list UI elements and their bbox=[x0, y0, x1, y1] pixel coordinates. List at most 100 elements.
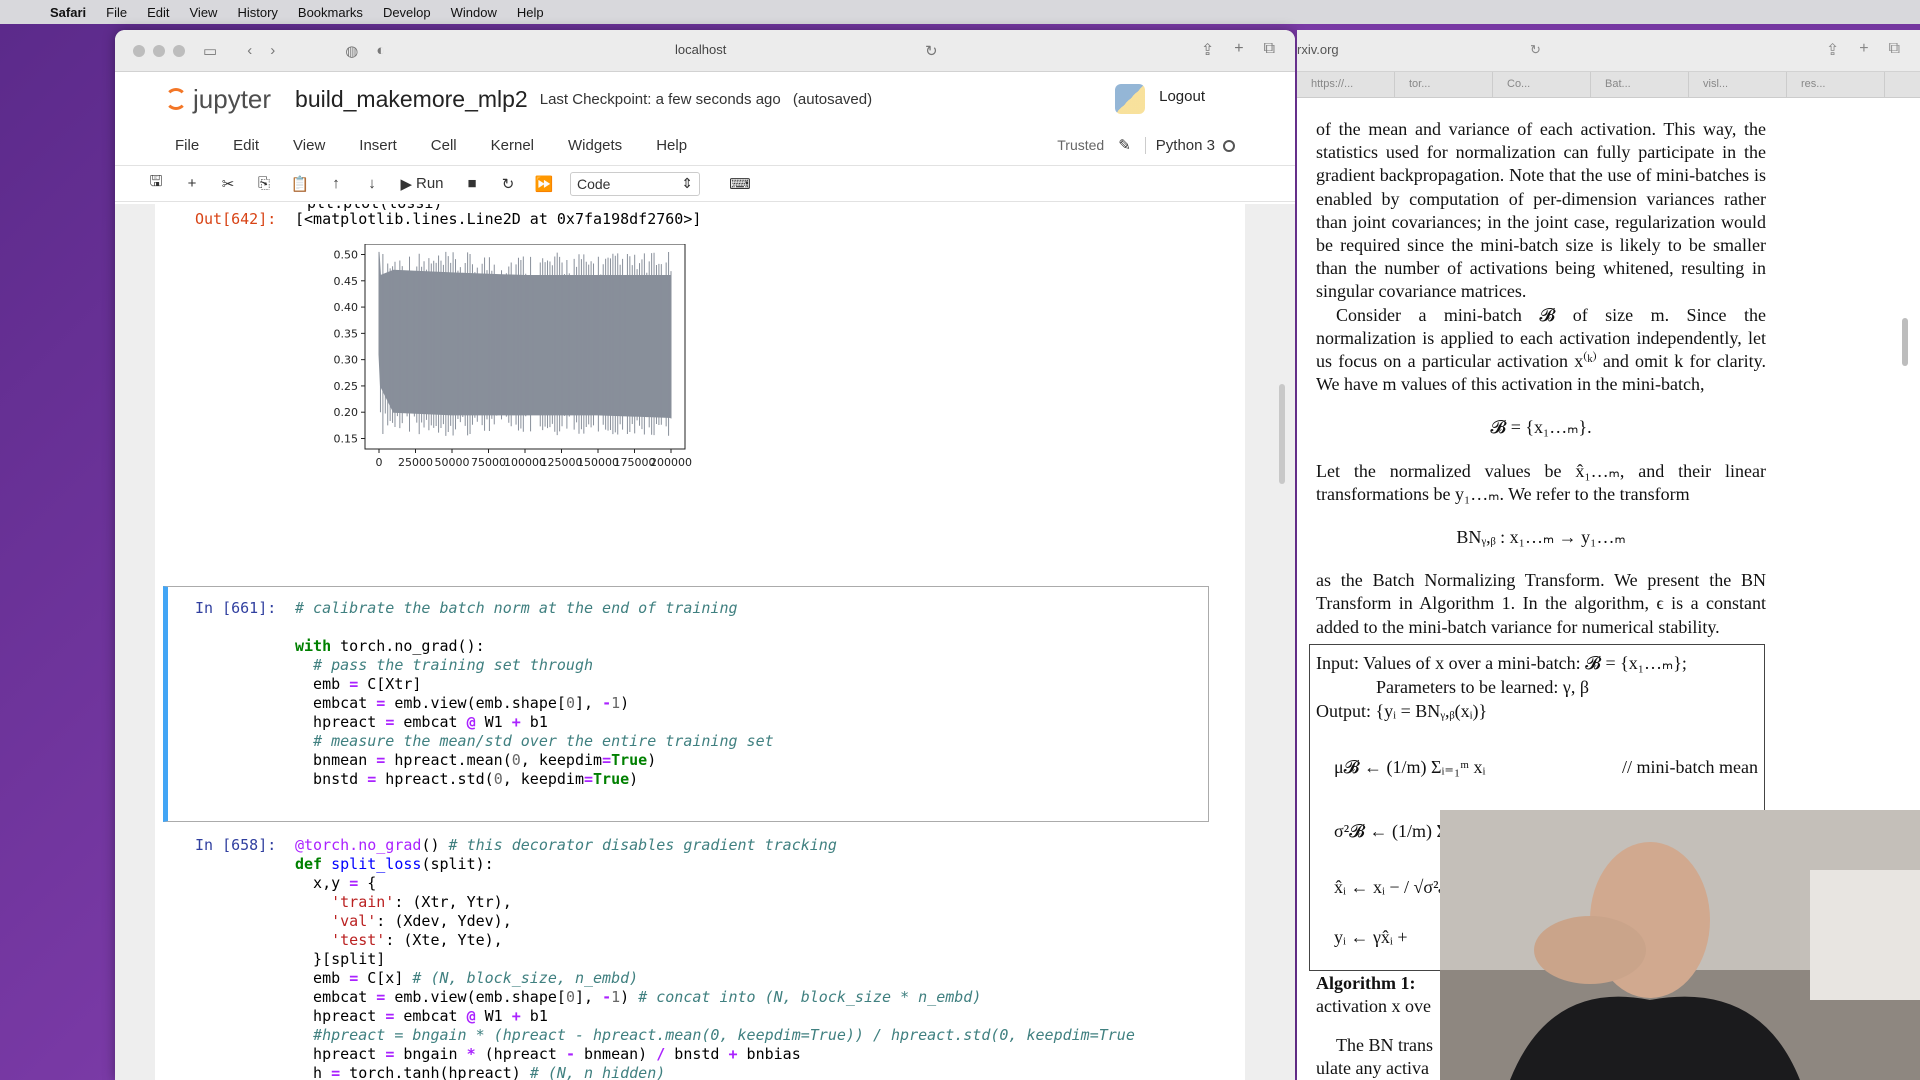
cell-type-value: Code bbox=[577, 175, 611, 192]
stop-icon[interactable]: ■ bbox=[456, 171, 488, 197]
run-button[interactable]: ▶ Run bbox=[392, 171, 452, 197]
trusted-indicator[interactable]: Trusted bbox=[1057, 137, 1104, 153]
forward-icon[interactable]: › bbox=[270, 42, 275, 59]
tab-overview-icon-right[interactable]: ⧉ bbox=[1889, 40, 1900, 60]
menu-file[interactable]: File bbox=[96, 5, 137, 20]
cell-type-select[interactable]: Code ⇕ bbox=[570, 171, 700, 196]
logout-button[interactable]: Logout bbox=[1159, 88, 1205, 105]
code-line: # measure the mean/std over the entire t… bbox=[313, 732, 774, 750]
code-line: with torch.no_grad(): bbox=[295, 637, 485, 655]
menu-app-name[interactable]: Safari bbox=[40, 5, 96, 20]
jupyter-header: jupyter build_makemore_mlp2 Last Checkpo… bbox=[115, 72, 1295, 126]
y-tick-label: 0.15 bbox=[334, 432, 359, 445]
code-line: 'val': (Xdev, Ydev), bbox=[331, 912, 512, 930]
jmenu-cell[interactable]: Cell bbox=[431, 137, 457, 154]
code-line: }[split] bbox=[295, 950, 386, 968]
paper-paragraph: Consider a mini-batch 𝓑 of size m. Since… bbox=[1316, 304, 1766, 395]
y-tick-label: 0.30 bbox=[334, 354, 359, 367]
new-tab-icon-right[interactable]: + bbox=[1859, 40, 1868, 60]
menu-edit[interactable]: Edit bbox=[137, 5, 179, 20]
paste-icon[interactable]: 📋 bbox=[284, 171, 316, 197]
safari-toolbar-right: rxiv.org ↻ ⇪ + ⧉ bbox=[1297, 30, 1920, 72]
webcam-lamp bbox=[1810, 870, 1920, 1000]
move-down-icon[interactable]: ↓ bbox=[356, 171, 388, 197]
move-up-icon[interactable]: ↑ bbox=[320, 171, 352, 197]
fast-forward-icon[interactable]: ⏩ bbox=[528, 171, 560, 197]
kernel-name: Python 3 bbox=[1144, 136, 1235, 154]
jupyter-logo-icon bbox=[165, 88, 187, 110]
select-arrows-icon: ⇕ bbox=[681, 175, 693, 191]
tab-overview-icon[interactable]: ⧉ bbox=[1264, 40, 1275, 60]
jmenu-kernel[interactable]: Kernel bbox=[491, 137, 534, 154]
menu-develop[interactable]: Develop bbox=[373, 5, 441, 20]
notebook-toolbar: 🖫 + ✂ ⎘ 📋 ↑ ↓ ▶ Run ■ ↻ ⏩ Code ⇕ ⌨ bbox=[115, 166, 1295, 202]
copy-icon[interactable]: ⎘ bbox=[248, 171, 280, 197]
jupyter-wordmark: jupyter bbox=[193, 83, 272, 114]
notebook-scrollbar[interactable] bbox=[1279, 384, 1285, 484]
paper-paragraph: as the Batch Normalizing Transform. We p… bbox=[1316, 570, 1766, 637]
code-line: hpreact = embcat @ W1 + b1 bbox=[295, 713, 548, 731]
code-line: bnmean = hpreact.mean(0, keepdim=True) bbox=[295, 751, 657, 769]
jupyter-menubar: File Edit View Insert Cell Kernel Widget… bbox=[115, 126, 1295, 166]
tab-bar: https://... tor... Co... Bat... visl... … bbox=[1297, 72, 1920, 98]
tab[interactable]: visl... bbox=[1689, 72, 1787, 97]
x-tick-label: 25000 bbox=[398, 456, 433, 469]
close-window-icon[interactable] bbox=[133, 44, 145, 57]
checkpoint-text: Last Checkpoint: a few seconds ago bbox=[539, 90, 781, 108]
cell-661-prompt: In [661]: bbox=[195, 599, 277, 617]
reload-icon-right[interactable]: ↻ bbox=[1530, 42, 1541, 58]
menu-window[interactable]: Window bbox=[441, 5, 507, 20]
jmenu-help[interactable]: Help bbox=[656, 137, 687, 154]
tab[interactable]: Co... bbox=[1493, 72, 1591, 97]
tab[interactable]: tor... bbox=[1395, 72, 1493, 97]
keyboard-icon[interactable]: ⌨ bbox=[724, 171, 756, 197]
insert-cell-icon[interactable]: + bbox=[176, 171, 208, 197]
edit-pencil-icon[interactable]: ✎ bbox=[1118, 136, 1131, 154]
y-tick-label: 0.50 bbox=[334, 249, 359, 262]
menu-history[interactable]: History bbox=[227, 5, 287, 20]
back-icon[interactable]: ‹ bbox=[247, 42, 252, 59]
x-tick-label: 0 bbox=[376, 456, 383, 469]
privacy-report-icon[interactable]: ◍ bbox=[345, 42, 358, 60]
cell-658-prompt: In [658]: bbox=[195, 836, 277, 854]
menu-view[interactable]: View bbox=[180, 5, 228, 20]
paper-text: of the mean and variance of each activat… bbox=[1316, 112, 1766, 639]
shield-icon[interactable]: ◐ bbox=[376, 42, 385, 59]
minimize-window-icon[interactable] bbox=[153, 44, 165, 57]
tab[interactable]: res... bbox=[1787, 72, 1885, 97]
jmenu-file[interactable]: File bbox=[175, 137, 199, 154]
algo-output: Output: {yᵢ = BNᵧ,ᵦ(xᵢ)} bbox=[1316, 701, 1488, 721]
jmenu-edit[interactable]: Edit bbox=[233, 137, 259, 154]
code-line: embcat = emb.view(emb.shape[0], -1) bbox=[295, 694, 630, 712]
jupyter-logo[interactable]: jupyter bbox=[165, 84, 271, 115]
webcam-figure bbox=[1440, 810, 1920, 1080]
jmenu-view[interactable]: View bbox=[293, 137, 325, 154]
sidebar-icon[interactable]: ▭ bbox=[203, 42, 217, 60]
code-line: emb = C[x] # (N, block_size, n_embd) bbox=[295, 969, 639, 987]
play-icon: ▶ bbox=[400, 175, 412, 193]
tab[interactable]: https://... bbox=[1297, 72, 1395, 97]
jmenu-insert[interactable]: Insert bbox=[359, 137, 397, 154]
code-line: 'train': (Xtr, Ytr), bbox=[331, 893, 512, 911]
notebook-name[interactable]: build_makemore_mlp2 bbox=[295, 86, 528, 113]
algo-mean-comment: // mini-batch mean bbox=[1622, 757, 1758, 777]
safari-toolbar: ▭ ‹ › ◍ ◐ localhost ↻ ⇪ + ⧉ bbox=[115, 30, 1295, 72]
menu-bookmarks[interactable]: Bookmarks bbox=[288, 5, 373, 20]
jmenu-widgets[interactable]: Widgets bbox=[568, 137, 622, 154]
tab[interactable]: Bat... bbox=[1591, 72, 1689, 97]
reload-icon[interactable]: ↻ bbox=[925, 42, 938, 60]
equation: BNᵧ,ᵦ : x₁…ₘ → y₁…ₘ bbox=[1456, 527, 1626, 548]
restart-icon[interactable]: ↻ bbox=[492, 171, 524, 197]
share-icon-right[interactable]: ⇪ bbox=[1826, 40, 1839, 60]
address-bar[interactable]: localhost bbox=[675, 42, 726, 57]
cut-icon[interactable]: ✂ bbox=[212, 171, 244, 197]
save-icon[interactable]: 🖫 bbox=[140, 171, 172, 197]
address-bar-right[interactable]: rxiv.org bbox=[1297, 42, 1339, 57]
new-tab-icon[interactable]: + bbox=[1234, 40, 1243, 60]
zoom-window-icon[interactable] bbox=[173, 44, 185, 57]
share-icon[interactable]: ⇪ bbox=[1201, 40, 1214, 60]
menu-help[interactable]: Help bbox=[507, 5, 554, 20]
paper-paragraph: Let the normalized values be x̂₁…ₘ, and … bbox=[1316, 460, 1766, 504]
algo-input: Input: Values of x over a mini-batch: 𝓑 … bbox=[1316, 653, 1687, 673]
paper-scrollbar[interactable] bbox=[1902, 318, 1908, 366]
